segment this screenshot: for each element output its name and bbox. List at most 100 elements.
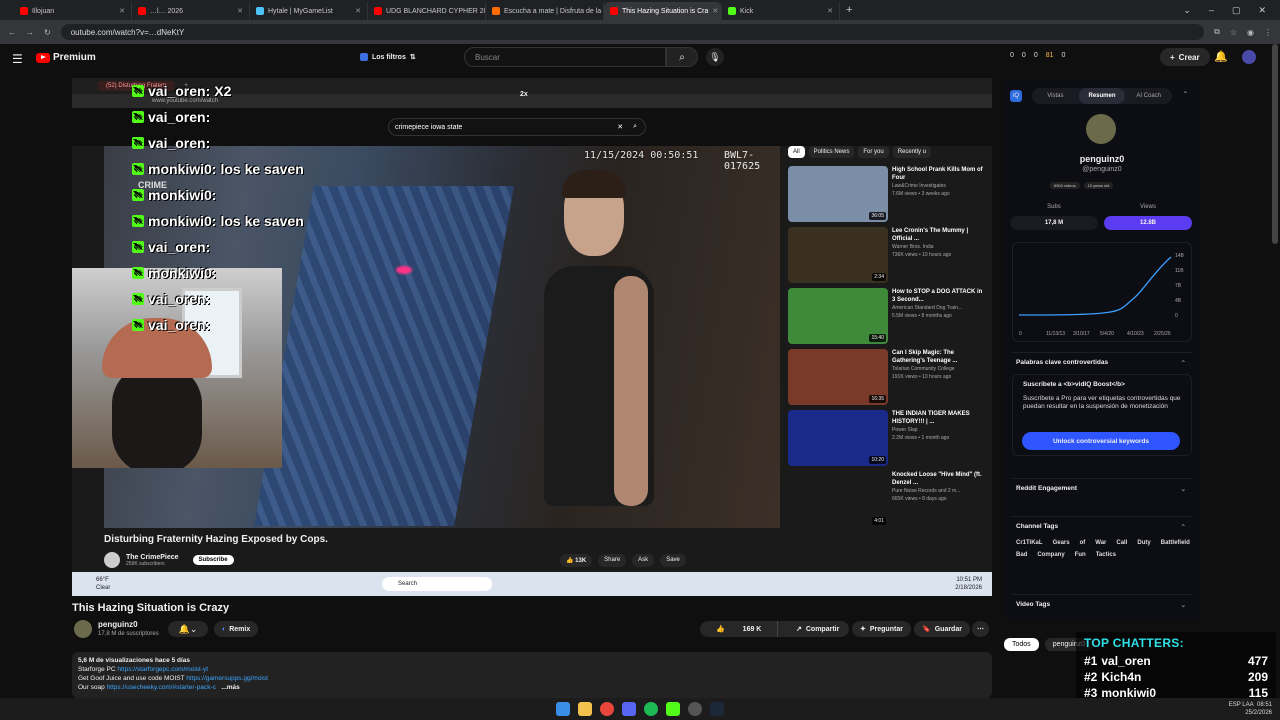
channel-tag[interactable]: of — [1080, 540, 1086, 546]
channel-avatar[interactable] — [74, 620, 92, 638]
minimize-button[interactable]: – — [1209, 5, 1214, 16]
description-box[interactable]: 5,6 M de visualizaciones hace 5 días Sta… — [72, 652, 992, 698]
vidiq-video-tags-header[interactable]: Video Tags ⌄ — [1012, 594, 1192, 614]
remix-button[interactable]: ◐ Remix — [214, 621, 259, 637]
page-scrollbar[interactable] — [1272, 44, 1278, 244]
forward-icon[interactable]: → — [26, 28, 34, 37]
subscription-bell-button[interactable]: 🔔 ⌄ — [168, 621, 208, 637]
tab-label: UDG BLANCHARD CYPHER 202 — [386, 7, 486, 15]
chart-y-tick: 0 — [1175, 313, 1178, 319]
back-icon[interactable]: ← — [8, 28, 16, 37]
vidiq-channel-tags-header[interactable]: Channel Tags ⌃ — [1012, 516, 1192, 536]
channel-tag[interactable]: Cr1TiKaL — [1016, 540, 1043, 546]
obs-icon[interactable] — [688, 702, 702, 716]
desc-link-2[interactable]: https://gamersupps.gg/moist — [186, 675, 268, 682]
channel-tag[interactable]: Call — [1116, 540, 1127, 546]
stat-2: 0 — [1033, 52, 1038, 59]
chat-username: vai_oren: — [148, 239, 211, 255]
chat-username: vai_oren: — [148, 109, 211, 125]
browser-tab[interactable]: Kick ✕ — [722, 2, 840, 20]
tab-close-icon[interactable]: ✕ — [355, 7, 361, 15]
voice-search-button[interactable]: 🎙 — [706, 48, 724, 66]
close-window-button[interactable]: ✕ — [1258, 5, 1266, 16]
menu-dots-icon[interactable]: ⋮ — [1264, 28, 1272, 37]
new-tab-button[interactable]: + — [846, 4, 852, 16]
inner-clock: 10:51 PM 2/18/2026 — [955, 577, 982, 591]
collapse-chevron-icon[interactable]: ⌃ — [1182, 90, 1189, 99]
steam-icon[interactable] — [710, 702, 724, 716]
vidiq-tab-ai-coach[interactable]: AI Coach — [1125, 88, 1172, 104]
hamburger-menu-icon[interactable]: ☰ — [12, 52, 23, 66]
tab-close-icon[interactable]: ✕ — [827, 7, 833, 15]
create-button[interactable]: + Crear — [1160, 48, 1210, 66]
account-avatar[interactable] — [1242, 50, 1256, 64]
unlock-keywords-button[interactable]: Unlock controversial keywords — [1022, 432, 1180, 450]
inner-search-box: crimepiece iowa state ✕ ⌕ — [388, 118, 646, 136]
notifications-bell-icon[interactable]: 🔔 — [1214, 50, 1228, 63]
vidiq-tab-vistas[interactable]: Vistas — [1032, 88, 1079, 104]
browser-tab[interactable]: This Hazing Situation is Cra ✕ — [604, 2, 722, 20]
vidiq-subs-value[interactable]: 17,8 M — [1010, 216, 1098, 230]
browser-tab[interactable]: Illojuan ✕ — [14, 2, 132, 20]
browser-tab[interactable]: …l… 2026 ✕ — [132, 2, 250, 20]
extensions-icon[interactable]: ⧉ — [1214, 27, 1220, 37]
top-chatters-overlay: TOP CHATTERS: #1 val_oren 477 #2 Kich4n 209 #3… — [1076, 632, 1276, 708]
chat-message: 7x monkiwi0: los ke saven — [132, 208, 392, 234]
url-field[interactable]: outube.com/watch?v=…dNeKtY — [60, 24, 1205, 40]
tab-close-icon[interactable]: ✕ — [119, 7, 125, 15]
tab-close-icon[interactable]: ✕ — [712, 7, 718, 15]
chat-username: vai_oren: — [148, 317, 211, 333]
channel-tag[interactable]: War — [1095, 540, 1106, 546]
search-input[interactable]: Buscar — [464, 47, 666, 67]
reload-icon[interactable]: ↻ — [44, 28, 51, 37]
channel-tag[interactable]: Fun — [1075, 552, 1086, 558]
vidiq-tab-resumen[interactable]: Resumen — [1078, 88, 1126, 104]
save-button[interactable]: 🔖 Guardar — [914, 621, 970, 637]
channel-name[interactable]: penguinz0 — [98, 620, 138, 629]
search-button[interactable]: ⌕ — [666, 47, 698, 67]
related-thumbnail: 15:40 — [788, 288, 888, 344]
vidiq-keywords-header[interactable]: Palabras clave controvertidas ⌃ — [1012, 352, 1192, 372]
browser-tab[interactable]: UDG BLANCHARD CYPHER 202✕ — [368, 2, 486, 20]
channel-tag[interactable]: Company — [1037, 552, 1064, 558]
like-button[interactable]: 👍 169 K — [700, 621, 777, 637]
explorer-icon[interactable] — [578, 702, 592, 716]
browser-tab[interactable]: Hytale | MyGameList ✕ — [250, 2, 368, 20]
tab-close-icon[interactable]: ✕ — [237, 7, 243, 15]
related-video-item: 36:05 High School Prank Kills Mom of Four… — [788, 166, 984, 227]
channel-tag[interactable]: Tactics — [1096, 552, 1116, 558]
sparkle-icon: ✦ — [860, 626, 866, 633]
desc-link-1[interactable]: https://starforgepc.com/moist-yt — [117, 666, 208, 673]
channel-tag[interactable]: Gears — [1053, 540, 1070, 546]
spotify-icon[interactable] — [644, 702, 658, 716]
discord-icon[interactable] — [622, 702, 636, 716]
chevron-down-icon[interactable]: ⌄ — [1183, 5, 1191, 16]
more-actions-button[interactable]: ⋯ — [972, 621, 989, 637]
browser-tab[interactable]: Escucha a mate | Disfruta de la✕ — [486, 2, 604, 20]
maximize-button[interactable]: ▢ — [1232, 5, 1241, 16]
tab-favicon-icon — [610, 7, 618, 15]
channel-tag[interactable]: Duty — [1137, 540, 1150, 546]
profile-icon[interactable]: ◉ — [1247, 28, 1254, 37]
channel-tag[interactable]: Battlefield — [1161, 540, 1190, 546]
youtube-logo[interactable]: Premium — [36, 52, 96, 63]
chip-todos[interactable]: Todos — [1004, 638, 1039, 651]
channel-tag[interactable]: Bad — [1016, 552, 1027, 558]
more-dots-icon: ⋯ — [977, 626, 984, 633]
show-more-link[interactable]: ...más — [221, 684, 239, 691]
related-channel: Power Slap — [892, 427, 918, 433]
desc-link-3[interactable]: https://usecheeky.com/#starter-pack-c — [107, 684, 216, 691]
video-player[interactable]: (52) Disturbing Fratern + www.youtube.co… — [72, 78, 992, 596]
ask-button[interactable]: ✦ Preguntar — [852, 621, 911, 637]
filters-button[interactable]: Los filtros ⇅ — [360, 50, 416, 64]
bookmark-star-icon[interactable]: ☆ — [1230, 28, 1237, 37]
vidiq-views-value[interactable]: 12.8B — [1104, 216, 1192, 230]
vidiq-reddit-header[interactable]: Reddit Engagement ⌄ — [1012, 478, 1192, 498]
kick-icon[interactable] — [666, 702, 680, 716]
related-duration: 36:05 — [869, 212, 886, 220]
chatter-name: val_oren — [1101, 654, 1151, 668]
windows-start-icon[interactable] — [556, 702, 570, 716]
share-button[interactable]: ↗ Compartir — [788, 621, 848, 637]
chrome-icon[interactable] — [600, 702, 614, 716]
views-growth-line — [1018, 256, 1172, 316]
